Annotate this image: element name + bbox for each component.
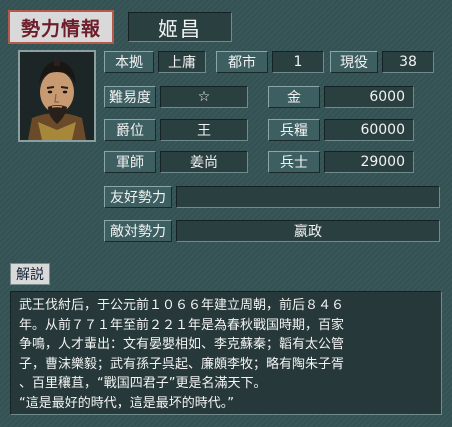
- description-line: 子，曹沫樂毅；武有孫子呉起、廉頗李牧；略有陶朱子胥: [19, 356, 345, 372]
- hostile-factions-value: 嬴政: [176, 220, 440, 242]
- window-title: 勢力情報: [8, 10, 114, 44]
- description-line: “這是最好的時代，這是最坏的時代。”: [19, 395, 234, 411]
- rank-label: 爵位: [104, 119, 156, 141]
- difficulty-label: 難易度: [104, 86, 156, 108]
- officers-value: 38: [382, 51, 434, 73]
- difficulty-value: ☆: [160, 86, 248, 108]
- ruler-portrait-icon: [18, 50, 96, 142]
- faction-info-window: 勢力情報 姬昌 本拠 上庸 都市 1 現役 38 難易度 ☆ 金 6000 爵位…: [0, 0, 452, 427]
- friendly-factions-label: 友好勢力: [104, 186, 172, 208]
- description-line: 争鳴，人才輩出：文有晏嬰相如、李克蘇秦；韜有太公管: [19, 337, 345, 352]
- food-value: 60000: [324, 119, 414, 141]
- soldiers-value: 29000: [324, 151, 414, 173]
- gold-label: 金: [268, 86, 320, 108]
- base-label: 本拠: [104, 51, 154, 73]
- description-line: 年。从前７７１年至前２２１年是為春秋戰国時期，百家: [19, 317, 345, 333]
- base-value: 上庸: [158, 51, 206, 73]
- description-heading: 解説: [10, 263, 50, 285]
- advisor-label: 軍師: [104, 151, 156, 173]
- advisor-value: 姜尚: [160, 151, 248, 173]
- portrait-art: [20, 52, 94, 140]
- cities-value: 1: [272, 51, 324, 73]
- ruler-name: 姬昌: [128, 12, 232, 42]
- rank-value: 王: [160, 119, 248, 141]
- description-line: 、百里穰苴，“戰国四君子”更是名滿天下。: [19, 376, 267, 391]
- soldiers-label: 兵士: [268, 151, 320, 173]
- food-label: 兵糧: [268, 119, 320, 141]
- officers-label: 現役: [330, 51, 378, 73]
- gold-value: 6000: [324, 86, 414, 108]
- description-panel: 武王伐紂后，于公元前１０６６年建立周朝，前后８４６ 年。从前７７１年至前２２１年…: [10, 291, 442, 415]
- description-line: 武王伐紂后，于公元前１０６６年建立周朝，前后８４６: [19, 298, 345, 313]
- friendly-factions-value: [176, 186, 440, 208]
- hostile-factions-label: 敵対勢力: [104, 220, 172, 242]
- cities-label: 都市: [216, 51, 268, 73]
